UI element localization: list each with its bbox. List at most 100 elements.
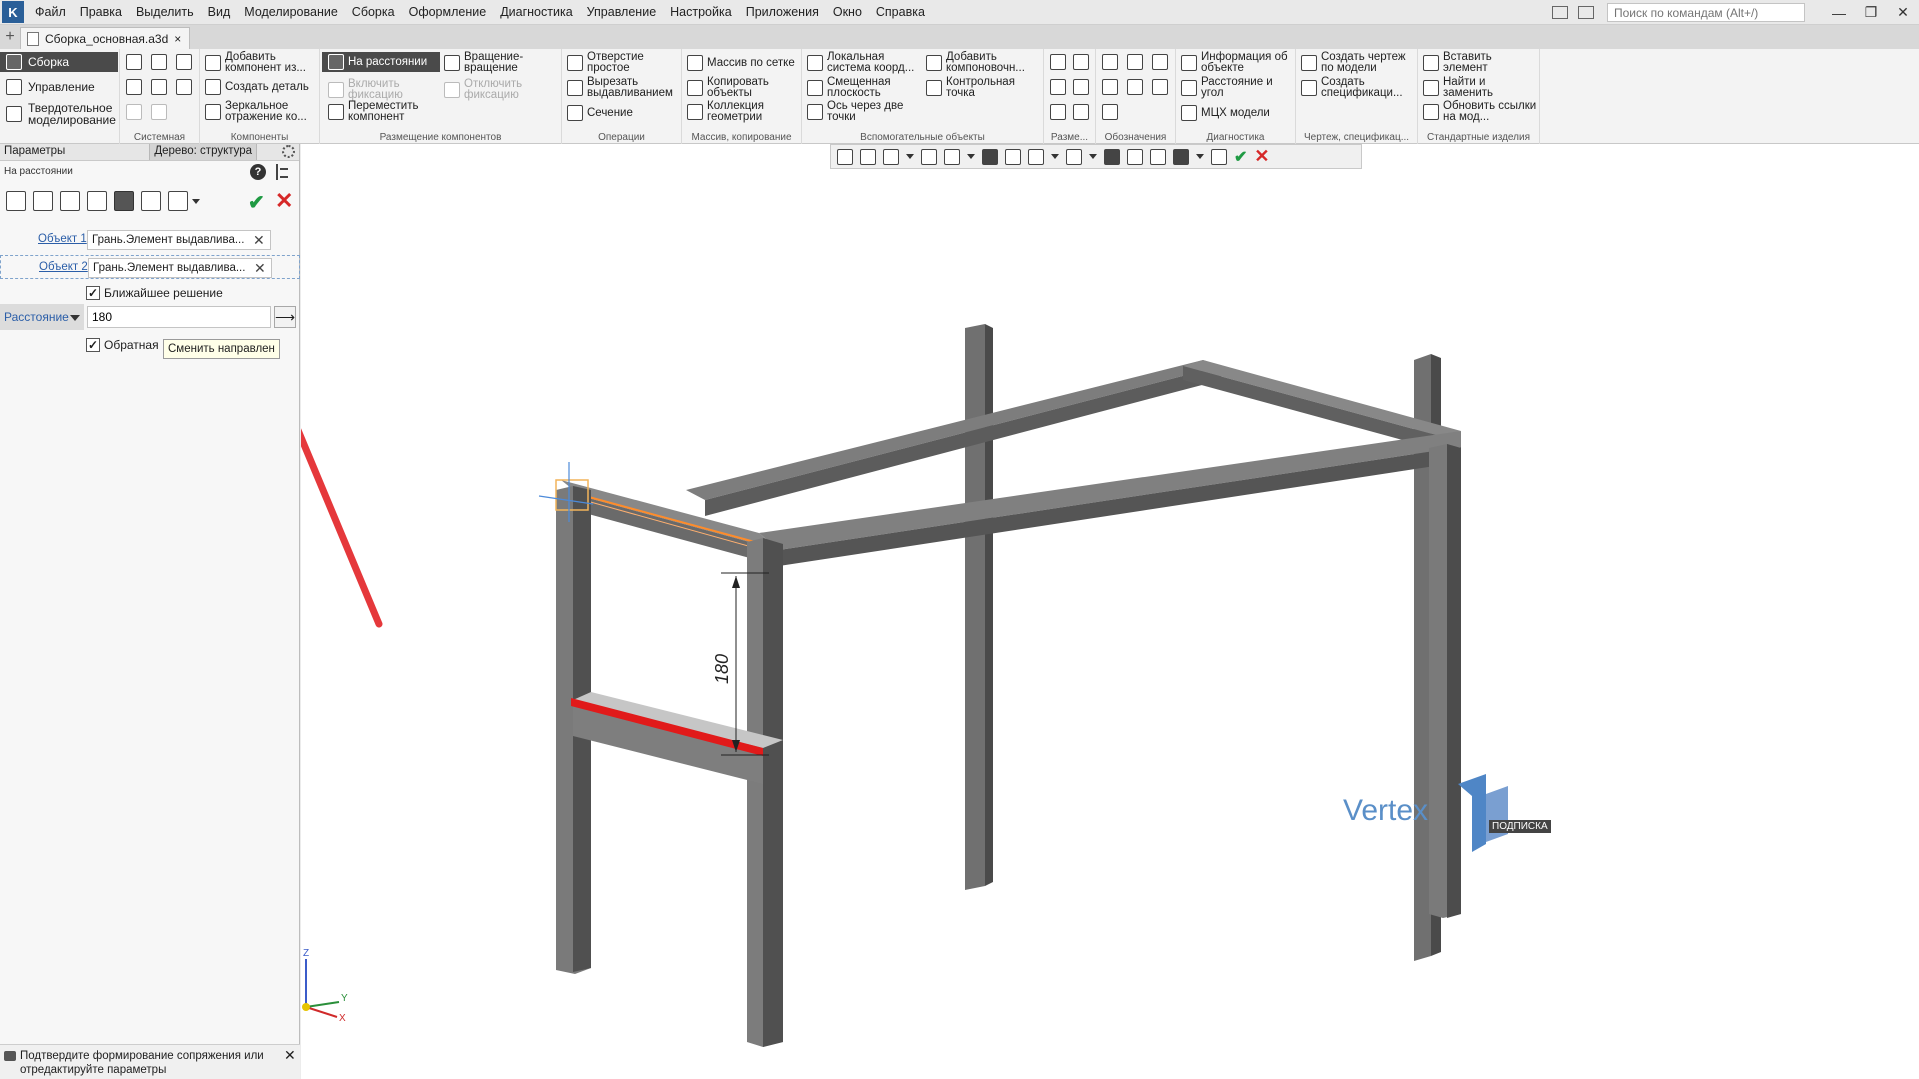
save-icon[interactable] <box>176 54 192 70</box>
auto-dim-icon[interactable] <box>1050 104 1066 120</box>
document-tab[interactable]: Сборка_основная.a3d × <box>20 27 191 49</box>
local-cs-button[interactable]: Локальная система коорд... <box>807 51 923 74</box>
distance-mate-icon[interactable] <box>114 191 134 211</box>
menu-view[interactable]: Вид <box>201 5 238 19</box>
leader-icon[interactable] <box>1102 54 1118 70</box>
create-spec-button[interactable]: Создать спецификаци... <box>1301 76 1415 99</box>
axis-two-points-button[interactable]: Ось через две точки <box>807 100 923 123</box>
section-button[interactable]: Сечение <box>567 105 679 121</box>
restore-icon[interactable]: ❐ <box>1855 4 1887 21</box>
cut-extrude-button[interactable]: Вырезать выдавливанием <box>567 76 679 99</box>
open-folder-icon[interactable] <box>151 54 167 70</box>
dimension-label[interactable]: 180 <box>712 654 732 684</box>
model-viewport[interactable]: ✔ ✕ 180 Z Y X Vertex ПОДПИСКА <box>301 144 1919 1079</box>
menu-help[interactable]: Справка <box>869 5 932 19</box>
tree-view-icon[interactable] <box>276 164 290 180</box>
tangent-mate-icon[interactable] <box>168 191 188 211</box>
geometry-collection-button[interactable]: Коллекция геометрии <box>687 100 799 123</box>
at-distance-button[interactable]: На расстоянии <box>322 52 440 72</box>
parallel-mate-icon[interactable] <box>60 191 80 211</box>
distance-input[interactable] <box>87 306 271 328</box>
angle-mate-icon[interactable] <box>141 191 161 211</box>
menu-assembly[interactable]: Сборка <box>345 5 402 19</box>
linear-dim-icon[interactable] <box>1050 54 1066 70</box>
disable-fix-button[interactable]: Отключить фиксацию <box>444 78 556 101</box>
cancel-icon[interactable]: ✕ <box>275 188 293 214</box>
radial-dim-icon[interactable] <box>1073 54 1089 70</box>
concentric-mate-icon[interactable] <box>33 191 53 211</box>
object1-clear-icon[interactable]: ✕ <box>253 232 265 249</box>
move-component-button[interactable]: Переместить компонент <box>328 100 440 123</box>
find-replace-button[interactable]: Найти и заменить <box>1423 76 1537 99</box>
leg-back-left[interactable] <box>965 324 985 890</box>
enable-fix-button[interactable]: Включить фиксацию <box>328 78 440 101</box>
new-doc-icon[interactable] <box>126 54 142 70</box>
coincident-mate-icon[interactable] <box>6 191 26 211</box>
control-point-button[interactable]: Контрольная точка <box>926 76 1042 99</box>
tolerance-icon[interactable] <box>1152 54 1168 70</box>
mode-assembly-button[interactable]: Сборка <box>0 52 118 72</box>
minimize-icon[interactable]: — <box>1823 5 1855 21</box>
menu-modeling[interactable]: Моделирование <box>237 5 345 19</box>
dim-options-icon[interactable] <box>1073 104 1089 120</box>
roughness-icon[interactable] <box>1127 54 1143 70</box>
menu-management[interactable]: Управление <box>580 5 664 19</box>
mirror-component-button[interactable]: Зеркальное отражение ко... <box>205 100 317 123</box>
update-links-button[interactable]: Обновить ссылки на мод... <box>1423 100 1537 123</box>
menu-diagnostics[interactable]: Диагностика <box>493 5 579 19</box>
tab-parameters[interactable]: Параметры <box>0 144 69 160</box>
command-search-input[interactable] <box>1607 3 1805 22</box>
insert-element-button[interactable]: Вставить элемент <box>1423 51 1537 74</box>
menu-settings[interactable]: Настройка <box>663 5 739 19</box>
layout-icon[interactable] <box>1552 6 1568 19</box>
menu-select[interactable]: Выделить <box>129 5 201 19</box>
distance-angle-button[interactable]: Расстояние и угол <box>1181 76 1293 99</box>
distance-dropdown-icon[interactable] <box>70 315 80 321</box>
copy-objects-button[interactable]: Копировать объекты <box>687 76 799 99</box>
offset-plane-button[interactable]: Смещенная плоскость <box>807 76 923 99</box>
app-logo-icon[interactable]: K <box>2 1 24 23</box>
add-layout-button[interactable]: Добавить компоновочн... <box>926 51 1042 74</box>
rotate-rotate-button[interactable]: Вращение-вращение <box>444 51 556 74</box>
layout-split-icon[interactable] <box>1578 6 1594 19</box>
nearest-solution-checkbox[interactable]: ✓ <box>86 286 100 300</box>
redo-icon[interactable] <box>151 104 167 120</box>
status-close-icon[interactable]: ✕ <box>284 1047 296 1064</box>
create-drawing-button[interactable]: Создать чертеж по модели <box>1301 51 1415 74</box>
object1-label[interactable]: Объект 1 <box>38 233 87 245</box>
weld-icon[interactable] <box>1102 104 1118 120</box>
object2-label[interactable]: Объект 2 <box>39 261 88 273</box>
change-direction-button[interactable]: ⟶ <box>274 306 296 328</box>
undo-icon[interactable] <box>126 104 142 120</box>
gear-icon[interactable] <box>282 145 295 158</box>
reverse-checkbox[interactable]: ✓ <box>86 338 100 352</box>
diameter-dim-icon[interactable] <box>1073 79 1089 95</box>
mode-solid-modeling-button[interactable]: Твердотельное моделирование <box>0 101 118 127</box>
grid-array-button[interactable]: Массив по сетке <box>687 55 799 71</box>
add-component-button[interactable]: Добавить компонент из... <box>205 51 317 74</box>
menu-edit[interactable]: Правка <box>73 5 129 19</box>
perpendicular-mate-icon[interactable] <box>87 191 107 211</box>
simple-hole-button[interactable]: Отверстие простое <box>567 51 679 74</box>
tab-close-icon[interactable]: × <box>174 32 181 46</box>
confirm-icon[interactable]: ✔ <box>248 190 265 215</box>
new-tab-button[interactable]: + <box>0 25 20 49</box>
mark-icon[interactable] <box>1152 79 1168 95</box>
object2-clear-icon[interactable]: ✕ <box>254 260 266 277</box>
mass-props-button[interactable]: МЦХ модели <box>1181 105 1293 121</box>
mode-management-button[interactable]: Управление <box>0 77 118 97</box>
position-icon[interactable] <box>1127 79 1143 95</box>
base-icon[interactable] <box>1102 79 1118 95</box>
print-icon[interactable] <box>126 79 142 95</box>
preview-icon[interactable] <box>151 79 167 95</box>
object1-field[interactable]: Грань.Элемент выдавлива... <box>87 230 271 250</box>
object-info-button[interactable]: Информация об объекте <box>1181 51 1293 74</box>
menu-window[interactable]: Окно <box>826 5 869 19</box>
help-icon[interactable]: ? <box>250 164 266 180</box>
chevron-down-icon[interactable] <box>192 198 200 204</box>
angle-dim-icon[interactable] <box>1050 79 1066 95</box>
menu-apps[interactable]: Приложения <box>739 5 826 19</box>
tab-tree-structure[interactable]: Дерево: структура <box>149 144 258 160</box>
menu-file[interactable]: Файл <box>28 5 73 19</box>
create-part-button[interactable]: Создать деталь <box>205 79 317 95</box>
